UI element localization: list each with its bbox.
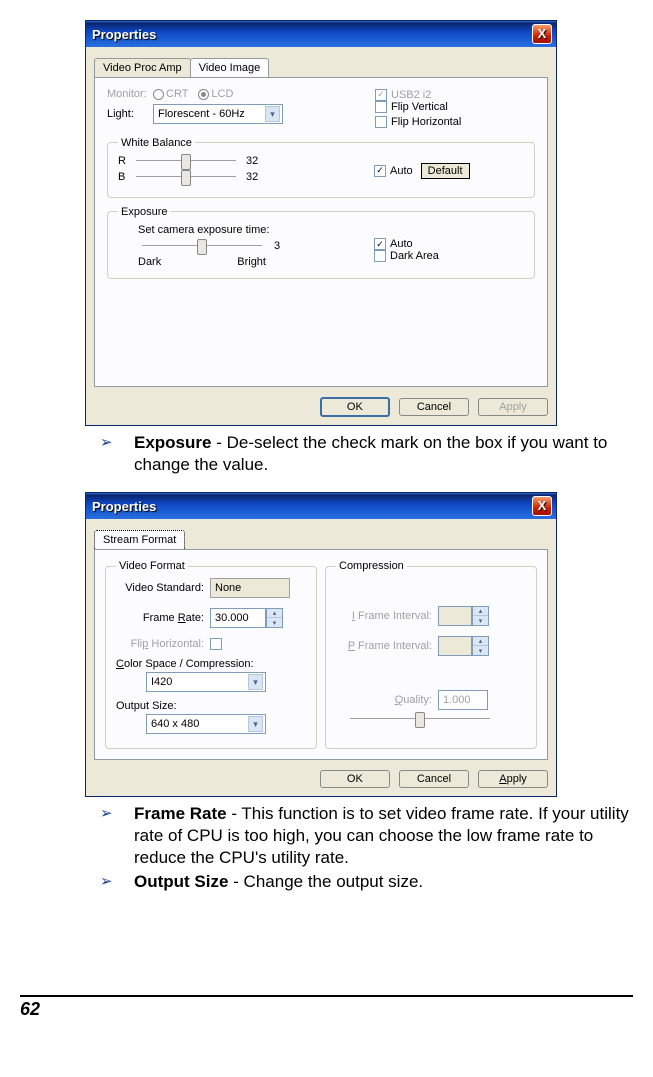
window-title: Properties	[92, 27, 156, 42]
white-balance-legend: White Balance	[118, 137, 195, 149]
chevron-down-icon[interactable]	[265, 106, 280, 122]
white-balance-group: White Balance R 32 B 32	[107, 137, 535, 198]
bullet-arrow-icon: ➢	[100, 871, 114, 893]
flip-h-label: Flip Horizontal:	[116, 638, 204, 650]
monitor-label: Monitor:	[107, 88, 153, 100]
page-number: 62	[20, 999, 40, 1019]
exp-darkarea-checkbox[interactable]	[374, 250, 386, 262]
light-value: Florescent - 60Hz	[158, 108, 261, 120]
bullet-arrow-icon: ➢	[100, 432, 114, 454]
video-format-group: Video Format Video Standard: None Frame …	[105, 560, 317, 749]
output-size-value: 640 x 480	[151, 718, 244, 730]
output-size-combo[interactable]: 640 x 480	[146, 714, 266, 734]
exposure-dark-label: Dark	[138, 256, 161, 268]
cancel-button[interactable]: Cancel	[399, 770, 469, 788]
wb-b-slider[interactable]	[136, 176, 236, 177]
video-standard-label: Video Standard:	[116, 582, 204, 594]
tab-video-image[interactable]: Video Image	[190, 58, 270, 77]
usb2-label: USB2 i2	[391, 89, 431, 101]
tab-stream-format[interactable]: Stream Format	[94, 530, 185, 549]
radio-lcd	[198, 89, 209, 100]
page-footer: 62	[20, 995, 633, 1020]
compression-group: Compression I Frame Interval: ▴▾ P Frame…	[325, 560, 537, 749]
titlebar[interactable]: Properties X	[86, 493, 556, 519]
chevron-down-icon[interactable]	[248, 716, 263, 732]
bullet-exposure: ➢ Exposure - De-select the check mark on…	[100, 432, 633, 476]
light-combo[interactable]: Florescent - 60Hz	[153, 104, 283, 124]
titlebar[interactable]: Properties X	[86, 21, 556, 47]
wb-auto-label: Auto	[390, 165, 413, 177]
quality-input: 1.000	[438, 690, 488, 710]
iframe-spinner: ▴▾	[472, 606, 489, 626]
wb-r-value: 32	[246, 155, 258, 167]
crt-label: CRT	[166, 88, 188, 100]
exposure-group: Exposure Set camera exposure time: 3 Dar…	[107, 206, 535, 279]
radio-crt	[153, 89, 164, 100]
exp-auto-checkbox[interactable]: ✓	[374, 238, 386, 250]
pframe-spinner: ▴▾	[472, 636, 489, 656]
flip-h-checkbox	[210, 638, 222, 650]
flip-horizontal-label: Flip Horizontal	[391, 116, 461, 128]
flip-horizontal-checkbox[interactable]	[375, 116, 387, 128]
output-size-label: Output Size:	[116, 700, 306, 712]
window-title: Properties	[92, 499, 156, 514]
iframe-label: I Frame Interval:	[336, 610, 432, 622]
colorspace-value: I420	[151, 676, 244, 688]
close-icon[interactable]: X	[532, 24, 552, 44]
exposure-slider[interactable]	[142, 245, 262, 246]
video-format-legend: Video Format	[116, 560, 188, 572]
frame-rate-spinner[interactable]: ▴▾	[266, 608, 283, 628]
wb-r-slider[interactable]	[136, 160, 236, 161]
light-label: Light:	[107, 108, 153, 120]
bullet-exposure-bold: Exposure	[134, 433, 211, 452]
wb-auto-checkbox[interactable]: ✓	[374, 165, 386, 177]
usb2-checkbox: ✓	[375, 89, 387, 101]
ok-button[interactable]: OK	[320, 770, 390, 788]
lcd-label: LCD	[211, 88, 233, 100]
wb-r-label: R	[118, 155, 132, 167]
tab-video-proc-amp[interactable]: Video Proc Amp	[94, 58, 191, 77]
flip-vertical-label: Flip Vertical	[391, 101, 448, 113]
compression-legend: Compression	[336, 560, 407, 572]
wb-b-value: 32	[246, 171, 258, 183]
apply-button[interactable]: Apply	[478, 770, 548, 788]
wb-b-label: B	[118, 171, 132, 183]
bullet-frame-rate-bold: Frame Rate	[134, 804, 227, 823]
cancel-button[interactable]: Cancel	[399, 398, 469, 416]
exposure-bright-label: Bright	[237, 256, 266, 268]
iframe-input	[438, 606, 472, 626]
colorspace-combo[interactable]: I420	[146, 672, 266, 692]
chevron-down-icon[interactable]	[248, 674, 263, 690]
flip-vertical-checkbox[interactable]	[375, 101, 387, 113]
ok-button[interactable]: OK	[320, 397, 390, 417]
bullet-frame-rate: ➢ Frame Rate - This function is to set v…	[100, 803, 633, 869]
video-standard-value: None	[210, 578, 290, 598]
exposure-legend: Exposure	[118, 206, 170, 218]
pframe-input	[438, 636, 472, 656]
exposure-text: Set camera exposure time:	[138, 224, 374, 236]
quality-slider	[350, 718, 490, 719]
exp-darkarea-label: Dark Area	[390, 250, 439, 262]
bullet-output-size: ➢ Output Size - Change the output size.	[100, 871, 633, 893]
bullet-output-size-bold: Output Size	[134, 872, 228, 891]
exposure-value: 3	[274, 240, 280, 252]
quality-label: Quality:	[336, 694, 432, 706]
apply-button: Apply	[478, 398, 548, 416]
frame-rate-input[interactable]: 30.000	[210, 608, 266, 628]
properties-dialog-2: Properties X Stream Format Video Format …	[85, 492, 557, 797]
frame-rate-label: Frame Rate:	[116, 612, 204, 624]
bullet-arrow-icon: ➢	[100, 803, 114, 825]
pframe-label: P Frame Interval:	[336, 640, 432, 652]
close-icon[interactable]: X	[532, 496, 552, 516]
properties-dialog-1: Properties X Video Proc Amp Video Image …	[85, 20, 557, 426]
bullet-output-size-text: - Change the output size.	[228, 872, 423, 891]
default-button[interactable]: Default	[421, 163, 470, 179]
colorspace-label: Color Space / Compression:	[116, 658, 306, 670]
exp-auto-label: Auto	[390, 238, 413, 250]
